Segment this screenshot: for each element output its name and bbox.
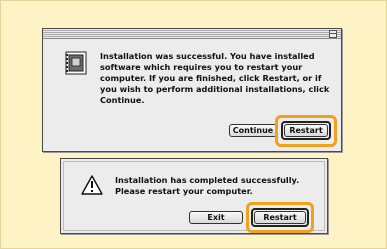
completed-dialog: Installation has completed successfully.… [60,158,328,234]
restart-highlight [275,115,337,147]
dialog-message: Installation has completed successfully.… [115,175,320,197]
restart-dialog: Installation was successful. You have in… [42,28,342,152]
exit-button[interactable]: Exit [189,211,243,224]
message-line: Please restart your computer. [115,186,253,196]
caution-icon [81,175,103,195]
dialog-message: Installation was successful. You have in… [100,51,330,105]
zoom-box-icon[interactable] [329,30,337,38]
restart-highlight [246,202,314,233]
dialog-titlebar[interactable] [43,29,341,39]
message-line: Installation has completed successfully. [115,175,300,185]
continue-button[interactable]: Continue [229,124,277,137]
installer-icon [65,51,87,75]
